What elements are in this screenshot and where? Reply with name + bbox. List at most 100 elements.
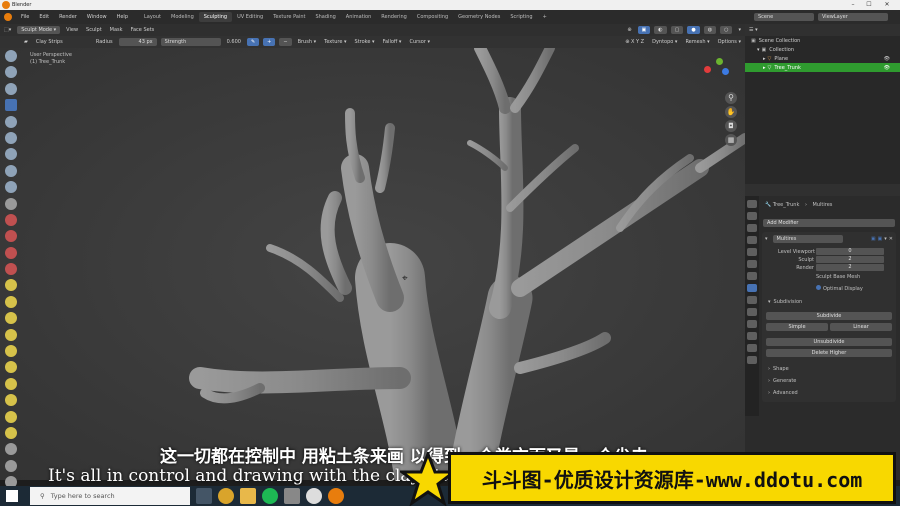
clay-thumb-brush-icon[interactable] bbox=[5, 115, 17, 128]
radius-field[interactable]: 43 px bbox=[118, 38, 157, 46]
object-tab-icon[interactable] bbox=[747, 272, 757, 280]
edit-mode-toggle-icon[interactable]: ▣ bbox=[871, 236, 876, 242]
pinch-brush-icon[interactable] bbox=[5, 279, 17, 292]
spotify-icon[interactable] bbox=[262, 488, 278, 504]
tab-modeling[interactable]: Modeling bbox=[166, 12, 199, 22]
tab-animation[interactable]: Animation bbox=[341, 12, 377, 22]
tab-geometry-nodes[interactable]: Geometry Nodes bbox=[453, 12, 505, 22]
expand-arrow-icon[interactable]: ▾ bbox=[757, 47, 760, 53]
optimal-display-checkbox[interactable]: Optimal Display bbox=[816, 285, 863, 292]
menu-edit[interactable]: Edit bbox=[34, 14, 54, 20]
menu-file[interactable]: File bbox=[16, 14, 34, 20]
menu-falloff[interactable]: Falloff ▾ bbox=[379, 39, 406, 45]
tab-rendering[interactable]: Rendering bbox=[376, 12, 412, 22]
minimize-icon[interactable]: – bbox=[846, 0, 860, 10]
output-tab-icon[interactable] bbox=[747, 224, 757, 232]
rendered-shading-button[interactable]: ○ bbox=[720, 26, 733, 34]
add-direction-toggle[interactable]: + bbox=[263, 38, 276, 46]
outliner-row-plane[interactable]: ▸ ▽ Plane 👁 bbox=[745, 54, 900, 63]
subdivide-button[interactable]: Subdivide bbox=[766, 312, 892, 320]
boundary-brush-icon[interactable] bbox=[5, 426, 17, 439]
constraints-tab-icon[interactable] bbox=[747, 320, 757, 328]
nudge-brush-icon[interactable] bbox=[5, 377, 17, 390]
render-tab-icon[interactable] bbox=[747, 212, 757, 220]
add-modifier-button[interactable]: Add Modifier bbox=[763, 219, 895, 227]
expand-arrow-icon[interactable]: ▾ bbox=[765, 236, 768, 242]
visibility-eye-icon[interactable]: 👁 bbox=[884, 65, 890, 71]
expand-arrow-icon[interactable]: ▸ bbox=[763, 65, 766, 71]
snake-hook-brush-icon[interactable] bbox=[5, 328, 17, 341]
tab-texture-paint[interactable]: Texture Paint bbox=[268, 12, 310, 22]
camera-view-icon[interactable]: ◘ bbox=[725, 120, 737, 132]
mail-icon[interactable] bbox=[284, 488, 300, 504]
modifier-dropdown-icon[interactable]: ▾ bbox=[884, 236, 887, 242]
3d-viewport[interactable]: ⌖ ⚲ ✋ ◘ ▦ User Perspective (1) Tree_Trun… bbox=[0, 48, 745, 480]
viewport-gizmo-toggle[interactable]: ▣ bbox=[637, 26, 651, 34]
simple-button[interactable]: Simple bbox=[766, 323, 828, 331]
tab-shading[interactable]: Shading bbox=[310, 12, 340, 22]
dyntopo-menu[interactable]: Dyntopo ▾ bbox=[648, 39, 681, 45]
linear-button[interactable]: Linear bbox=[830, 323, 892, 331]
perspective-toggle-icon[interactable]: ▦ bbox=[725, 134, 737, 146]
simplify-brush-icon[interactable] bbox=[5, 459, 17, 472]
windows-start-icon[interactable] bbox=[6, 490, 18, 502]
shading-dropdown-icon[interactable]: ▾ bbox=[734, 27, 745, 33]
pan-hand-icon[interactable]: ✋ bbox=[725, 106, 737, 118]
github-icon[interactable] bbox=[306, 488, 322, 504]
collapse-arrow-icon[interactable]: › bbox=[768, 378, 770, 384]
generate-section-header[interactable]: › Generate bbox=[768, 378, 796, 384]
tab-uv-editing[interactable]: UV Editing bbox=[232, 12, 268, 22]
solid-shading-button[interactable]: ● bbox=[687, 26, 700, 34]
rotate-brush-icon[interactable] bbox=[5, 394, 17, 407]
collapse-arrow-icon[interactable]: › bbox=[768, 366, 770, 372]
menu-cursor[interactable]: Cursor ▾ bbox=[405, 39, 434, 45]
draw-brush-icon[interactable] bbox=[5, 50, 17, 62]
material-shading-button[interactable]: ◍ bbox=[703, 26, 717, 34]
modifier-header[interactable]: ▾ Multires ▣ ▣ ▾ ✕ bbox=[765, 235, 893, 243]
cloth-brush-icon[interactable] bbox=[5, 443, 17, 456]
chrome-icon[interactable] bbox=[218, 488, 234, 504]
editor-type-icon[interactable]: ⬚▾ bbox=[0, 27, 15, 33]
strength-value[interactable]: 0.600 bbox=[223, 39, 245, 45]
viewport-toggle-icon[interactable]: ▣ bbox=[878, 236, 883, 242]
world-tab-icon[interactable] bbox=[747, 260, 757, 268]
mode-selector[interactable]: Sculpt Mode ▾ bbox=[17, 26, 61, 34]
subdivision-section-header[interactable]: ▾ Subdivision bbox=[768, 299, 802, 305]
taskbar-search-input[interactable]: ⚲ Type here to search bbox=[30, 487, 190, 505]
close-icon[interactable]: ✕ bbox=[880, 0, 894, 10]
menu-window[interactable]: Window bbox=[82, 14, 112, 20]
pose-brush-icon[interactable] bbox=[5, 361, 17, 374]
multiplane-scrape-brush-icon[interactable] bbox=[5, 263, 17, 276]
options-menu[interactable]: Options ▾ bbox=[714, 39, 745, 45]
menu-sculpt[interactable]: Sculpt bbox=[82, 27, 106, 33]
visibility-eye-icon[interactable]: 👁 bbox=[884, 56, 890, 62]
scene-selector[interactable]: Scene bbox=[754, 13, 814, 21]
gizmo-x-axis-icon[interactable] bbox=[704, 66, 711, 73]
menu-texture[interactable]: Texture ▾ bbox=[320, 39, 350, 45]
add-workspace-icon[interactable]: + bbox=[538, 12, 552, 22]
clay-strips-brush-icon[interactable] bbox=[5, 99, 17, 112]
render-level-field[interactable]: 2 bbox=[816, 264, 884, 271]
view-layer-selector[interactable]: ViewLayer bbox=[818, 13, 888, 21]
view-layer-tab-icon[interactable] bbox=[747, 236, 757, 244]
remove-modifier-icon[interactable]: ✕ bbox=[889, 236, 893, 242]
subtract-direction-toggle[interactable]: − bbox=[279, 38, 292, 46]
maximize-icon[interactable]: ☐ bbox=[862, 0, 876, 10]
navigation-gizmo[interactable] bbox=[700, 50, 740, 90]
outliner-filter-icon[interactable]: ☰ ▾ bbox=[749, 27, 758, 33]
menu-view[interactable]: View bbox=[62, 27, 82, 33]
layer-brush-icon[interactable] bbox=[5, 131, 17, 144]
overlay-toggle[interactable]: ◐ bbox=[654, 26, 667, 34]
brush-icon[interactable]: ▰ bbox=[20, 39, 32, 45]
zoom-icon[interactable]: ⚲ bbox=[725, 92, 737, 104]
flatten-brush-icon[interactable] bbox=[5, 213, 17, 226]
pressure-strength-toggle[interactable]: ✎ bbox=[246, 38, 260, 46]
menu-mask[interactable]: Mask bbox=[106, 27, 127, 33]
sculpt-base-mesh-checkbox[interactable]: Sculpt Base Mesh bbox=[816, 274, 860, 280]
expand-arrow-icon[interactable]: ▾ bbox=[768, 299, 771, 305]
scrape-brush-icon[interactable] bbox=[5, 246, 17, 259]
menu-help[interactable]: Help bbox=[112, 14, 133, 20]
scene-tab-icon[interactable] bbox=[747, 248, 757, 256]
outliner-row-tree-trunk[interactable]: ▸ ▽ Tree_Trunk 👁 bbox=[745, 63, 900, 72]
menu-face-sets[interactable]: Face Sets bbox=[127, 27, 159, 33]
